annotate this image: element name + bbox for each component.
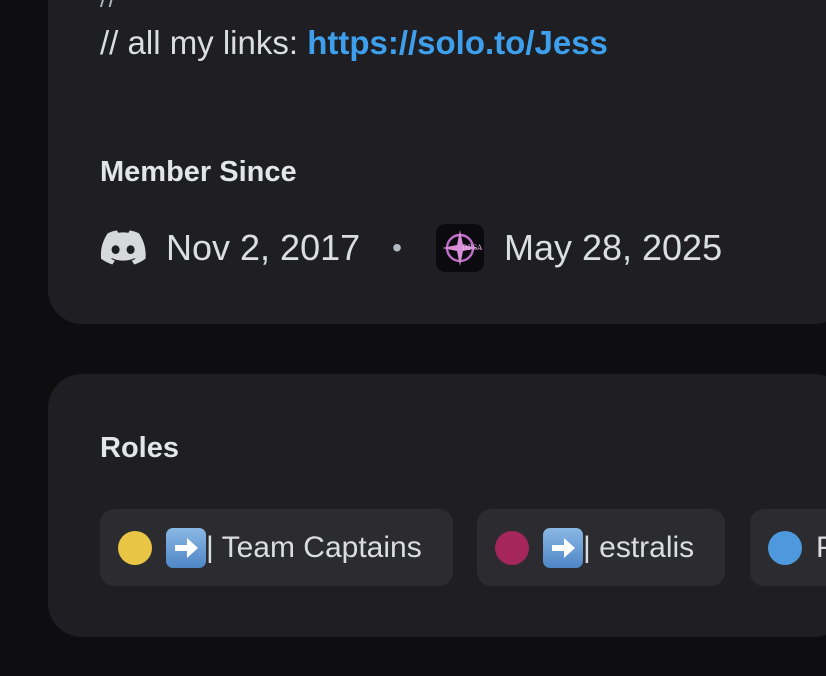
role-color-dot <box>495 530 529 565</box>
bio-links-prefix: // all my links: <box>100 24 308 61</box>
member-since-title: Member Since <box>100 156 297 188</box>
about-card: // // all my links: https://solo.to/Jess… <box>48 0 826 324</box>
bio-partial-line: // <box>100 0 117 14</box>
role-color-dot <box>768 530 802 565</box>
role-label: P <box>816 531 826 565</box>
role-pill-team-captains[interactable]: | Team Captains <box>100 509 453 586</box>
server-icon[interactable]: DPSA <box>435 224 484 272</box>
role-label: | estralis <box>583 530 695 564</box>
role-label: | Team Captains <box>206 530 422 564</box>
arrow-right-emoji-icon <box>543 527 583 568</box>
server-join-date: May 28, 2025 <box>503 227 723 268</box>
server-icon-text: DPSA <box>462 244 483 252</box>
discord-join-date: Nov 2, 2017 <box>166 227 361 268</box>
bio-links-line: // all my links: https://solo.to/Jess <box>100 24 608 62</box>
separator-dot: • <box>392 232 402 263</box>
roles-title: Roles <box>100 432 179 464</box>
arrow-right-emoji-icon <box>166 527 206 568</box>
role-pill-partial[interactable]: P <box>750 509 826 586</box>
bio-link[interactable]: https://solo.to/Jess <box>307 24 608 61</box>
member-since-row: Nov 2, 2017 • DPSA May 28, 2025 <box>100 222 722 274</box>
role-color-dot <box>118 530 152 565</box>
discord-logo-icon <box>100 230 146 265</box>
roles-card: Roles | Team Captains | estralis P <box>48 374 826 637</box>
role-pill-estralis[interactable]: | estralis <box>477 509 725 586</box>
